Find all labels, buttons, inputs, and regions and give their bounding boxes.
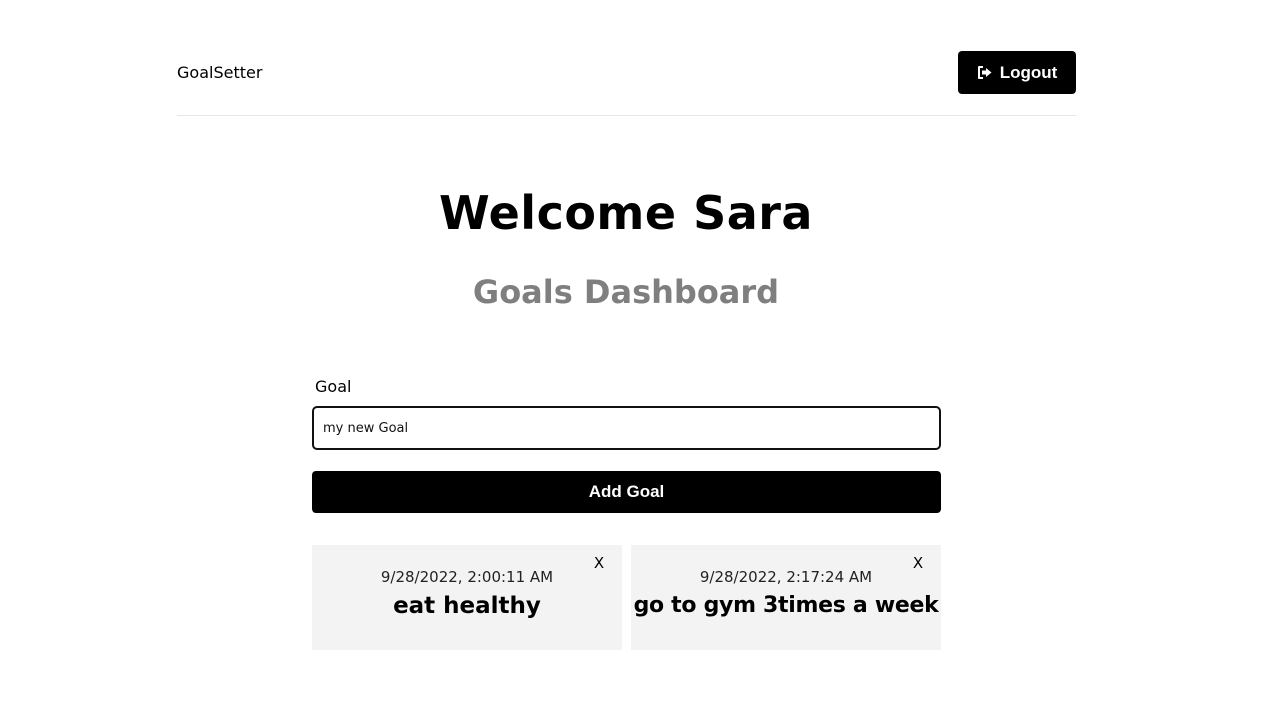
- goal-card: 9/28/2022, 2:17:24 AM go to gym 3times a…: [631, 545, 941, 650]
- logo-link[interactable]: GoalSetter: [177, 63, 262, 82]
- goal-input[interactable]: [312, 406, 941, 450]
- add-goal-button[interactable]: Add Goal: [312, 471, 941, 513]
- delete-goal-button[interactable]: X: [909, 553, 927, 573]
- logout-label: Logout: [999, 62, 1058, 82]
- goals-list: 9/28/2022, 2:00:11 AM eat healthy X 9/28…: [312, 545, 941, 650]
- welcome-heading: Welcome Sara: [439, 186, 813, 240]
- goal-form: Goal Add Goal: [312, 377, 941, 513]
- logout-button[interactable]: Logout: [958, 51, 1076, 94]
- goal-date: 9/28/2022, 2:00:11 AM: [380, 568, 554, 586]
- dashboard-title: Goals Dashboard: [472, 273, 780, 311]
- goal-date: 9/28/2022, 2:17:24 AM: [699, 568, 873, 586]
- sign-out-icon: [977, 65, 993, 80]
- goal-card: 9/28/2022, 2:00:11 AM eat healthy X: [312, 545, 622, 650]
- goal-text: eat healthy: [393, 593, 541, 619]
- delete-goal-button[interactable]: X: [590, 553, 608, 573]
- app-header: GoalSetter Logout: [177, 51, 1076, 116]
- goal-text: go to gym 3times a week: [633, 593, 939, 618]
- goal-label: Goal: [315, 377, 352, 396]
